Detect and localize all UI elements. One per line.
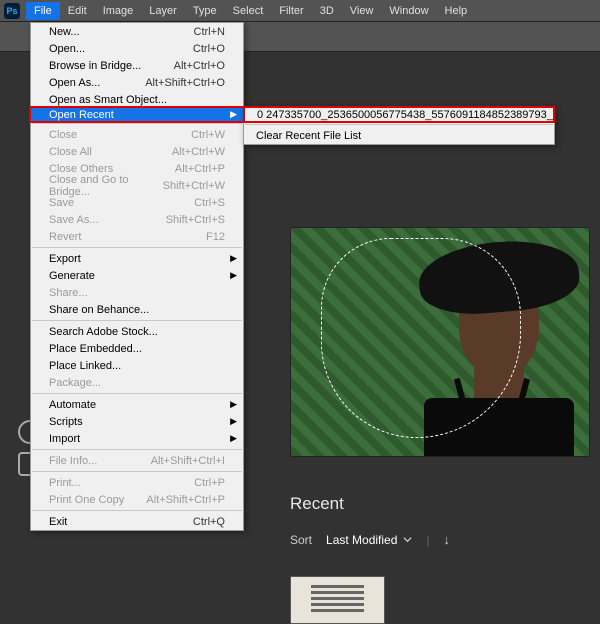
submenu-arrow-icon: ▶ xyxy=(230,433,237,444)
submenu-arrow-icon: ▶ xyxy=(230,399,237,410)
document-canvas[interactable] xyxy=(290,227,590,457)
menu-adobe-stock[interactable]: Search Adobe Stock... xyxy=(31,323,243,340)
menu-file[interactable]: File xyxy=(26,2,60,20)
menu-image[interactable]: Image xyxy=(95,2,142,20)
menu-window[interactable]: Window xyxy=(381,2,436,20)
menu-view[interactable]: View xyxy=(342,2,382,20)
open-recent-submenu: 0 247335700_2536500056775438_55760911848… xyxy=(243,106,555,145)
menu-open-as[interactable]: Open As...Alt+Shift+Ctrl+O xyxy=(31,74,243,91)
menu-scripts[interactable]: Scripts▶ xyxy=(31,413,243,430)
menu-new[interactable]: New...Ctrl+N xyxy=(31,23,243,40)
sort-dropdown[interactable]: Last Modified xyxy=(326,533,412,547)
menu-revert[interactable]: RevertF12 xyxy=(31,228,243,245)
menu-layer[interactable]: Layer xyxy=(141,2,185,20)
menu-save-as[interactable]: Save As...Shift+Ctrl+S xyxy=(31,211,243,228)
sort-label: Sort xyxy=(290,533,312,547)
recent-file-0[interactable]: 0 247335700_2536500056775438_55760911848… xyxy=(243,106,555,123)
menu-select[interactable]: Select xyxy=(225,2,272,20)
app-icon: Ps xyxy=(4,3,20,19)
menu-open-recent[interactable]: Open Recent▶ xyxy=(29,106,245,123)
separator xyxy=(245,124,553,125)
menu-file-info[interactable]: File Info...Alt+Shift+Ctrl+I xyxy=(31,452,243,469)
menu-save[interactable]: SaveCtrl+S xyxy=(31,194,243,211)
menu-place-linked[interactable]: Place Linked... xyxy=(31,357,243,374)
submenu-arrow-icon: ▶ xyxy=(230,416,237,427)
menu-type[interactable]: Type xyxy=(185,2,225,20)
menu-close-all[interactable]: Close AllAlt+Ctrl+W xyxy=(31,143,243,160)
menu-share[interactable]: Share... xyxy=(31,284,243,301)
sort-direction-icon[interactable]: ↓ xyxy=(444,532,451,547)
thumbnail-content xyxy=(311,585,364,588)
menu-print-one[interactable]: Print One CopyAlt+Shift+Ctrl+P xyxy=(31,491,243,508)
separator xyxy=(32,123,242,124)
menu-import[interactable]: Import▶ xyxy=(31,430,243,447)
sort-controls: Sort Last Modified | ↓ xyxy=(290,532,450,547)
recent-thumbnail[interactable] xyxy=(290,576,385,624)
divider: | xyxy=(426,533,429,547)
menu-print[interactable]: Print...Ctrl+P xyxy=(31,474,243,491)
separator xyxy=(32,449,242,450)
submenu-arrow-icon: ▶ xyxy=(230,109,237,120)
menu-export[interactable]: Export▶ xyxy=(31,250,243,267)
menu-behance[interactable]: Share on Behance... xyxy=(31,301,243,318)
menu-close[interactable]: CloseCtrl+W xyxy=(31,126,243,143)
menu-edit[interactable]: Edit xyxy=(60,2,95,20)
separator xyxy=(32,247,242,248)
separator xyxy=(32,510,242,511)
recent-heading: Recent xyxy=(290,494,344,514)
menu-filter[interactable]: Filter xyxy=(271,2,311,20)
submenu-arrow-icon: ▶ xyxy=(230,253,237,264)
menu-package[interactable]: Package... xyxy=(31,374,243,391)
sort-value: Last Modified xyxy=(326,533,397,547)
submenu-arrow-icon: ▶ xyxy=(230,270,237,281)
clear-recent-list[interactable]: Clear Recent File List xyxy=(244,127,554,144)
file-menu-dropdown: New...Ctrl+N Open...Ctrl+O Browse in Bri… xyxy=(30,22,244,531)
separator xyxy=(32,320,242,321)
separator xyxy=(32,393,242,394)
menu-automate[interactable]: Automate▶ xyxy=(31,396,243,413)
menubar: Ps File Edit Image Layer Type Select Fil… xyxy=(0,0,600,22)
menu-close-bridge[interactable]: Close and Go to Bridge...Shift+Ctrl+W xyxy=(31,177,243,194)
menu-exit[interactable]: ExitCtrl+Q xyxy=(31,513,243,530)
menu-generate[interactable]: Generate▶ xyxy=(31,267,243,284)
separator xyxy=(32,471,242,472)
menu-3d[interactable]: 3D xyxy=(312,2,342,20)
menu-place-embedded[interactable]: Place Embedded... xyxy=(31,340,243,357)
menu-open[interactable]: Open...Ctrl+O xyxy=(31,40,243,57)
chevron-down-icon xyxy=(403,533,412,547)
menu-browse-bridge[interactable]: Browse in Bridge...Alt+Ctrl+O xyxy=(31,57,243,74)
menu-help[interactable]: Help xyxy=(437,2,476,20)
